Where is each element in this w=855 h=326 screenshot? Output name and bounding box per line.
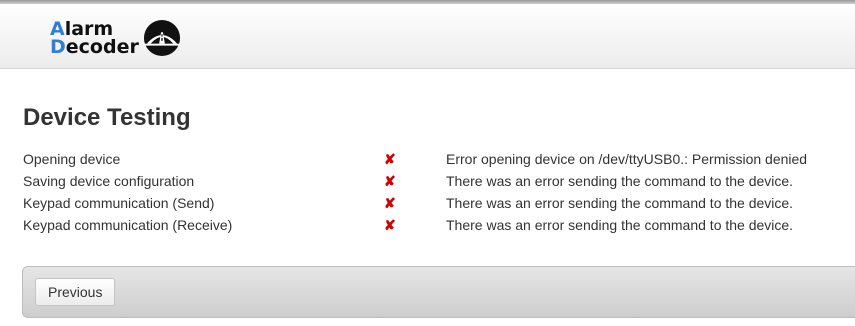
test-name: Opening device bbox=[23, 151, 121, 167]
logo-text: Alarm Decoder bbox=[50, 18, 139, 58]
previous-button[interactable]: Previous bbox=[35, 278, 116, 306]
test-row: Keypad communication (Receive) ✘ There w… bbox=[23, 216, 823, 238]
test-message: There was an error sending the command t… bbox=[446, 195, 794, 211]
road-tunnel-icon bbox=[143, 19, 180, 57]
test-name: Keypad communication (Receive) bbox=[23, 217, 233, 233]
wizard-footer-bar: Previous bbox=[22, 266, 855, 318]
test-message: There was an error sending the command t… bbox=[446, 173, 794, 189]
header-bar: Alarm Decoder bbox=[0, 4, 855, 69]
app-logo[interactable]: Alarm Decoder bbox=[50, 16, 195, 60]
red-x-icon: ✘ bbox=[384, 195, 396, 211]
red-x-icon: ✘ bbox=[384, 173, 396, 189]
red-x-icon: ✘ bbox=[384, 151, 396, 167]
test-row: Opening device ✘ Error opening device on… bbox=[23, 150, 823, 172]
test-message: Error opening device on /dev/ttyUSB0.: P… bbox=[446, 151, 808, 167]
test-row: Saving device configuration ✘ There was … bbox=[23, 172, 823, 194]
test-name: Keypad communication (Send) bbox=[23, 195, 215, 211]
page-title: Device Testing bbox=[23, 104, 191, 131]
test-results-list: Opening device ✘ Error opening device on… bbox=[23, 150, 823, 238]
test-message: There was an error sending the command t… bbox=[446, 217, 794, 233]
red-x-icon: ✘ bbox=[384, 217, 396, 233]
test-name: Saving device configuration bbox=[23, 173, 195, 189]
test-row: Keypad communication (Send) ✘ There was … bbox=[23, 194, 823, 216]
